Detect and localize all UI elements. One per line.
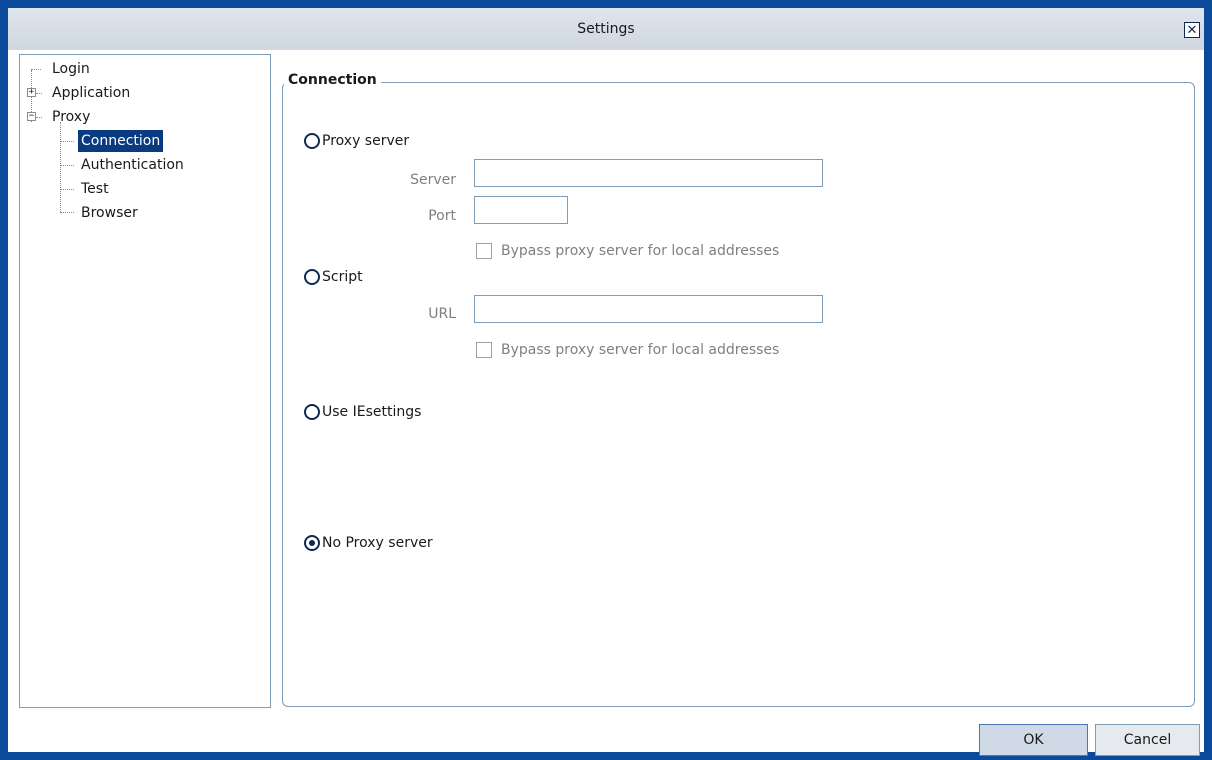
script-radio[interactable]: Script	[304, 266, 363, 288]
tree-item-connection[interactable]: Connection	[78, 130, 164, 152]
settings-window: Settings ✕ + − Login Application Proxy C…	[8, 8, 1204, 756]
proxy-bypass-label: Bypass proxy server for local addresses	[501, 243, 780, 259]
tree-item-test[interactable]: Test	[78, 178, 112, 200]
ie-settings-label: Use IEsettings	[322, 404, 422, 420]
radio-button-icon[interactable]	[304, 269, 320, 285]
no-proxy-radio[interactable]: No Proxy server	[304, 532, 433, 554]
script-label: Script	[322, 269, 363, 285]
cancel-button[interactable]: Cancel	[1095, 724, 1200, 756]
tree-connector	[31, 69, 41, 70]
radio-button-icon[interactable]	[304, 133, 320, 149]
tree-item-proxy[interactable]: Proxy	[49, 106, 93, 128]
server-label: Server	[410, 172, 456, 188]
tree-connector	[60, 212, 74, 213]
ie-settings-radio[interactable]: Use IEsettings	[304, 401, 421, 423]
proxy-server-radio[interactable]: Proxy server	[304, 130, 409, 152]
checkbox-icon[interactable]	[476, 243, 492, 259]
script-bypass-label: Bypass proxy server for local addresses	[501, 342, 780, 358]
port-input[interactable]	[474, 196, 568, 224]
tree-item-label: Connection	[78, 130, 164, 152]
title-bar[interactable]: Settings ✕	[8, 8, 1204, 50]
tree-item-label: Application	[52, 85, 131, 101]
ok-button[interactable]: OK	[979, 724, 1088, 756]
tree-connector	[36, 93, 42, 94]
settings-tree[interactable]: + − Login Application Proxy Connection A…	[19, 54, 271, 708]
tree-item-login[interactable]: Login	[49, 58, 93, 80]
tree-item-label: Proxy	[52, 109, 91, 125]
tree-item-browser[interactable]: Browser	[78, 202, 141, 224]
connection-group-title: Connection	[284, 72, 381, 88]
proxy-server-label: Proxy server	[322, 133, 410, 149]
script-bypass-checkbox[interactable]: Bypass proxy server for local addresses	[476, 340, 779, 360]
port-label: Port	[428, 208, 456, 224]
radio-button-selected-icon[interactable]	[304, 535, 320, 551]
tree-item-label: Authentication	[81, 157, 184, 173]
tree-connector	[60, 165, 74, 166]
close-icon[interactable]: ✕	[1184, 22, 1200, 38]
proxy-bypass-checkbox[interactable]: Bypass proxy server for local addresses	[476, 241, 779, 261]
tree-item-application[interactable]: Application	[49, 82, 133, 104]
collapse-minus-icon[interactable]: −	[27, 112, 36, 121]
url-input[interactable]	[474, 295, 823, 323]
tree-item-label: Login	[52, 61, 90, 77]
checkbox-icon[interactable]	[476, 342, 492, 358]
expand-plus-icon[interactable]: +	[27, 88, 36, 97]
url-label: URL	[428, 306, 456, 322]
radio-button-icon[interactable]	[304, 404, 320, 420]
dialog-body: + − Login Application Proxy Connection A…	[8, 50, 1204, 756]
tree-connector	[60, 141, 74, 142]
tree-item-authentication[interactable]: Authentication	[78, 154, 187, 176]
tree-item-label: Browser	[81, 205, 138, 221]
tree-connector	[60, 122, 61, 212]
server-input[interactable]	[474, 159, 823, 187]
tree-connector	[36, 117, 42, 118]
tree-connector	[60, 189, 74, 190]
window-title: Settings	[577, 21, 635, 37]
tree-item-label: Test	[81, 181, 109, 197]
no-proxy-label: No Proxy server	[322, 535, 433, 551]
